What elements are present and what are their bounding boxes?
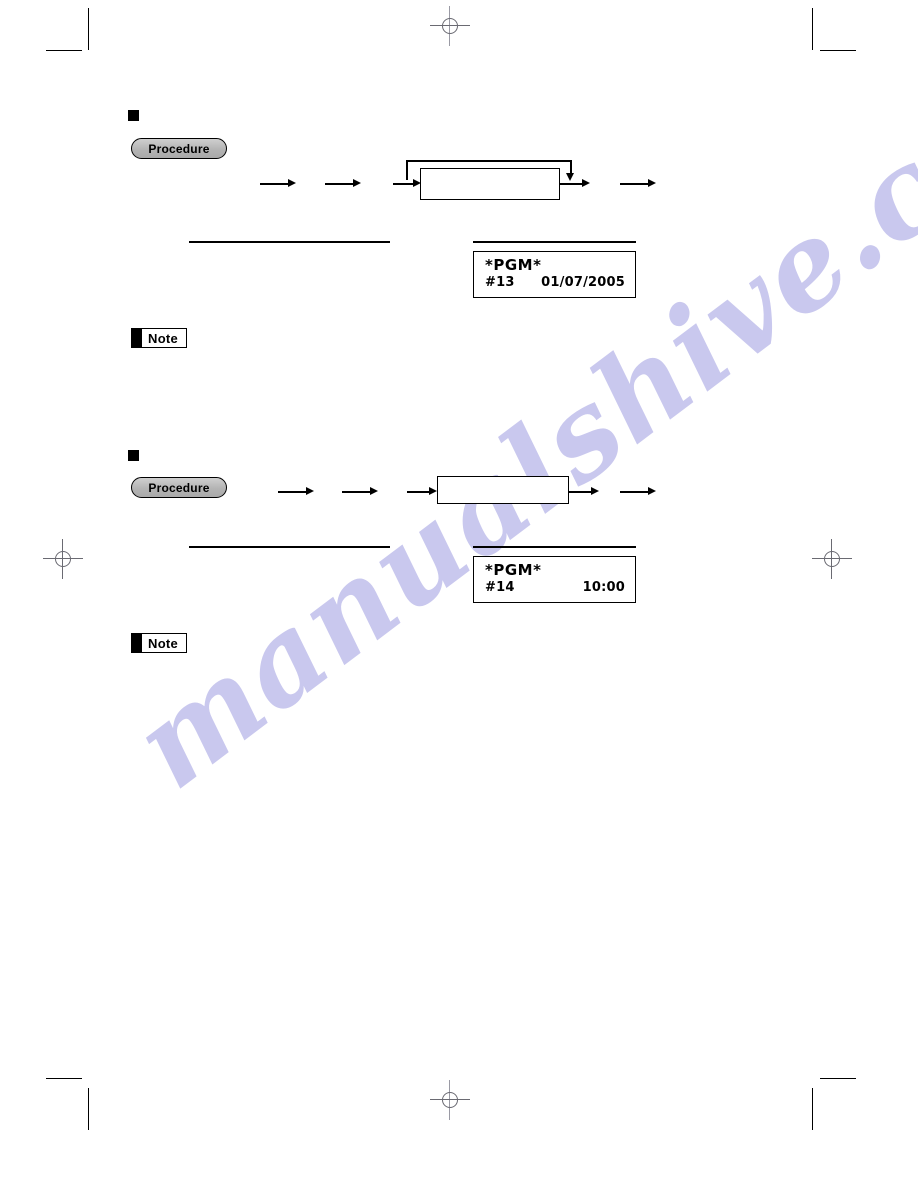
crop-mark-icon xyxy=(46,50,82,51)
flow-arrow-icon xyxy=(407,487,437,496)
lcd-display-line-values: #14 10:00 xyxy=(485,580,625,595)
crop-mark-icon xyxy=(812,8,813,50)
manual-page: manualshive.com Procedure *PGM* #13 01/0… xyxy=(0,0,918,1188)
section-rule-right-1 xyxy=(473,241,636,243)
lcd-display-line-title: *PGM* xyxy=(485,256,625,275)
flow-arrow-icon xyxy=(325,179,361,188)
flow-arrow-icon xyxy=(393,179,421,188)
lcd-display-title: *PGM* xyxy=(485,561,542,579)
procedure-badge-label: Procedure xyxy=(148,480,210,495)
lcd-display-program-number: #13 xyxy=(485,274,515,290)
lcd-display-line-values: #13 01/07/2005 xyxy=(485,275,625,290)
watermark: manualshive.com xyxy=(108,0,918,950)
registration-target-icon xyxy=(812,539,852,579)
note-box: Note xyxy=(142,633,188,653)
lcd-display-line-title: *PGM* xyxy=(485,561,625,580)
registration-target-icon xyxy=(430,6,470,46)
lcd-display-1: *PGM* #13 01/07/2005 xyxy=(473,251,636,298)
flow-arrow-icon xyxy=(620,179,656,188)
note-badge-1: Note xyxy=(131,328,188,348)
flow-arrow-icon xyxy=(342,487,378,496)
flow-step-box-1 xyxy=(420,168,560,200)
lcd-display-2: *PGM* #14 10:00 xyxy=(473,556,636,603)
procedure-badge-1: Procedure xyxy=(131,138,227,159)
flow-arrow-icon xyxy=(569,487,599,496)
flow-arrow-icon xyxy=(278,487,314,496)
section-bullet-icon xyxy=(128,110,139,121)
crop-mark-icon xyxy=(820,1078,856,1079)
watermark-text: manualshive.com xyxy=(108,0,918,816)
flow-loop-line xyxy=(406,160,408,180)
note-tab-icon xyxy=(131,633,142,653)
note-badge-label: Note xyxy=(148,635,179,651)
lcd-display-title: *PGM* xyxy=(485,256,542,274)
note-tab-icon xyxy=(131,328,142,348)
flow-loop-line xyxy=(570,160,572,174)
note-badge-label: Note xyxy=(148,330,179,346)
crop-mark-icon xyxy=(88,8,89,50)
lcd-display-program-number: #14 xyxy=(485,579,515,595)
lcd-display-time-value: 10:00 xyxy=(582,579,625,595)
crop-mark-icon xyxy=(820,50,856,51)
flow-arrow-icon xyxy=(560,179,590,188)
lcd-display-date-value: 01/07/2005 xyxy=(541,274,625,290)
section-rule-left-1 xyxy=(189,241,390,243)
registration-target-icon xyxy=(430,1080,470,1120)
section-rule-left-2 xyxy=(189,546,390,548)
note-badge-2: Note xyxy=(131,633,188,653)
note-box: Note xyxy=(142,328,188,348)
section-bullet-icon xyxy=(128,450,139,461)
crop-mark-icon xyxy=(812,1088,813,1130)
crop-mark-icon xyxy=(46,1078,82,1079)
registration-target-icon xyxy=(43,539,83,579)
procedure-badge-2: Procedure xyxy=(131,477,227,498)
flow-loop-line xyxy=(406,160,572,162)
procedure-badge-label: Procedure xyxy=(148,141,210,156)
flow-arrow-icon xyxy=(620,487,656,496)
crop-mark-icon xyxy=(88,1088,89,1130)
flow-arrow-icon xyxy=(260,179,296,188)
section-rule-right-2 xyxy=(473,546,636,548)
flow-step-box-2 xyxy=(437,476,569,504)
